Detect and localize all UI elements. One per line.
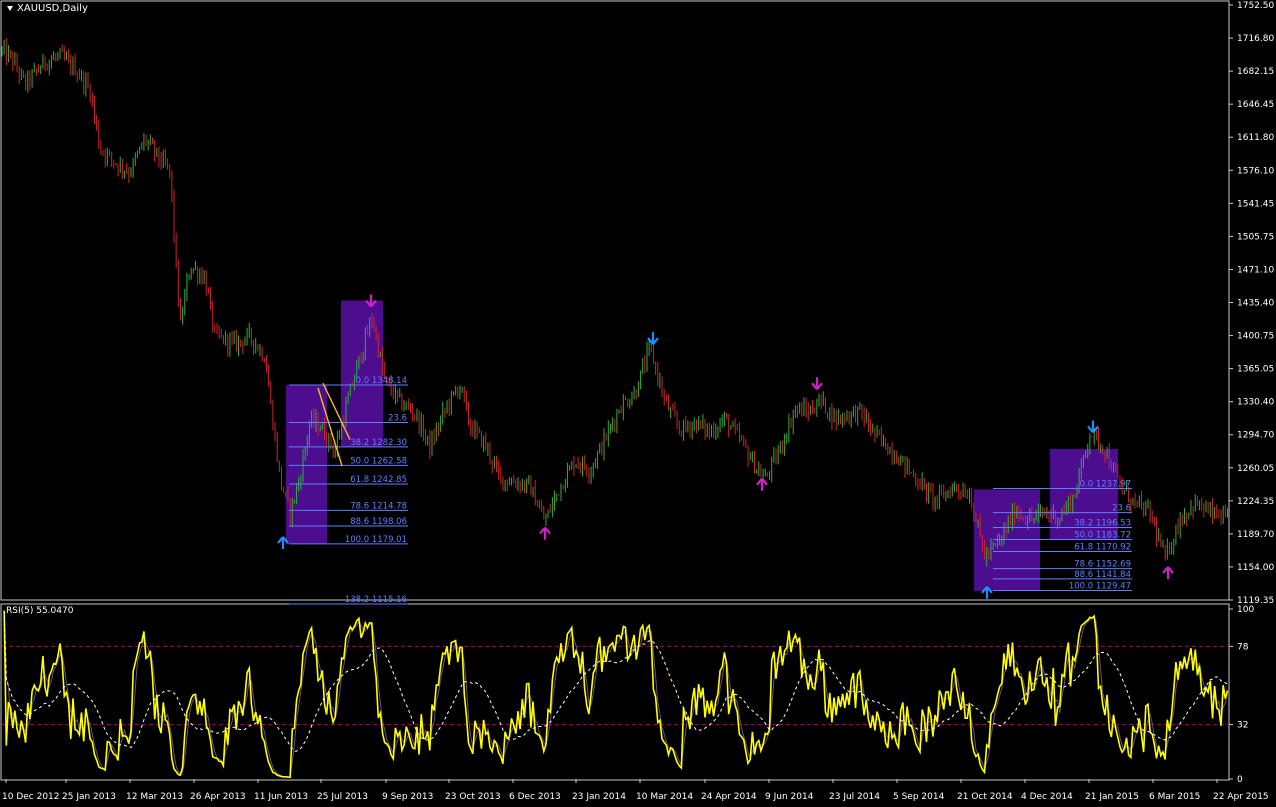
date-tick-label: 21 Oct 2014 (957, 792, 1013, 802)
fib-level-label: 38.2 1282.30 (350, 438, 407, 448)
date-tick-label: 11 Jun 2013 (254, 792, 308, 802)
fib-level-label: 38.2 1196.53 (1074, 518, 1131, 528)
price-tick-label: 1400.75 (1237, 332, 1274, 342)
arrow-down-icon (811, 377, 823, 390)
date-tick-label: 5 Sep 2014 (893, 792, 945, 802)
date-tick-label: 21 Jan 2015 (1085, 792, 1139, 802)
date-tick-label: 10 Mar 2014 (636, 792, 693, 802)
price-tick-label: 1471.10 (1237, 265, 1274, 275)
rsi-tick-label: 32 (1237, 721, 1248, 731)
date-tick-label: 25 Jul 2013 (317, 792, 368, 802)
price-tick-label: 1576.10 (1237, 166, 1274, 176)
fib-level-label: 100.0 1129.47 (1069, 581, 1131, 591)
rsi-tick-label: 78 (1237, 642, 1249, 652)
arrow-up-icon (1162, 566, 1174, 580)
date-tick-label: 23 Jul 2014 (829, 792, 880, 802)
price-tick-label: 1330.40 (1237, 398, 1274, 408)
date-tick-label: 24 Apr 2014 (701, 792, 757, 802)
price-tick-label: 1752.50 (1237, 1, 1274, 11)
fib-level-label: 88.6 1198.06 (350, 517, 407, 527)
date-tick-label: 12 Mar 2013 (126, 792, 183, 802)
fib-level-label: 23.6 (388, 414, 407, 424)
price-tick-label: 1365.05 (1237, 365, 1274, 375)
fib-level-label: 100.0 1179.01 (345, 535, 407, 545)
fib-level-label: 78.6 1214.78 (350, 501, 407, 511)
fib-level-label: 78.6 1152.69 (1074, 560, 1131, 570)
price-tick-label: 1224.35 (1237, 497, 1274, 507)
price-tick-label: 1682.15 (1237, 67, 1274, 77)
fib-level-label: 61.8 1170.92 (1074, 543, 1131, 553)
highlight-box-3 (974, 489, 1040, 591)
date-tick-label: 10 Dec 2012 (2, 792, 60, 802)
fib-level-label: 23.6 (1112, 504, 1131, 514)
price-tick-label: 1435.40 (1237, 299, 1274, 309)
date-tick-label: 9 Sep 2013 (382, 792, 433, 802)
fib-level-label: 88.6 1141.84 (1074, 570, 1131, 580)
arrow-up-icon (539, 526, 551, 540)
price-chart[interactable]: 0.0 1348.14 23.6 38.2 1282.30 50.0 1262.58 6… (0, 0, 1276, 807)
fib-level-label: 50.0 1262.58 (350, 456, 407, 466)
price-tick-label: 1294.70 (1237, 431, 1274, 441)
price-tick-label: 1505.75 (1237, 232, 1274, 242)
price-tick-label: 1541.45 (1237, 199, 1274, 209)
date-tick-label: 25 Jan 2013 (62, 792, 116, 802)
price-tick-label: 1716.80 (1237, 34, 1274, 44)
rsi-tick-label: 0 (1237, 775, 1243, 785)
date-tick-label: 6 Mar 2015 (1149, 792, 1200, 802)
date-tick-label: 23 Jan 2014 (572, 792, 626, 802)
date-tick-label: 6 Dec 2013 (509, 792, 561, 802)
price-tick-label: 1154.00 (1237, 563, 1274, 573)
price-tick-label: 1611.80 (1237, 133, 1274, 143)
price-tick-label: 1189.70 (1237, 530, 1274, 540)
date-tick-label: 23 Oct 2013 (445, 792, 501, 802)
date-tick-label: 9 Jun 2014 (765, 792, 814, 802)
price-tick-label: 1260.05 (1237, 464, 1274, 474)
fib-level-label: 50.0 1183.72 (1074, 531, 1131, 541)
fib-level-label: 61.8 1242.85 (350, 475, 407, 485)
date-tick-label: 4 Dec 2014 (1021, 792, 1073, 802)
rsi-signal-line (3, 610, 1228, 778)
date-tick-label: 22 Apr 2015 (1213, 792, 1269, 802)
fib-level-label: 0.0 1348.14 (356, 376, 407, 386)
fib-level-label: 138.2 1115.16 (345, 595, 407, 605)
rsi-tick-label: 100 (1237, 605, 1254, 615)
date-tick-label: 26 Apr 2013 (190, 792, 246, 802)
price-tick-label: 1646.45 (1237, 100, 1274, 110)
fib-level-label: 0.0 1237.97 (1080, 480, 1131, 490)
arrow-up-icon (756, 478, 768, 491)
highlight-box-2 (341, 300, 383, 448)
rsi-line (3, 610, 1229, 779)
